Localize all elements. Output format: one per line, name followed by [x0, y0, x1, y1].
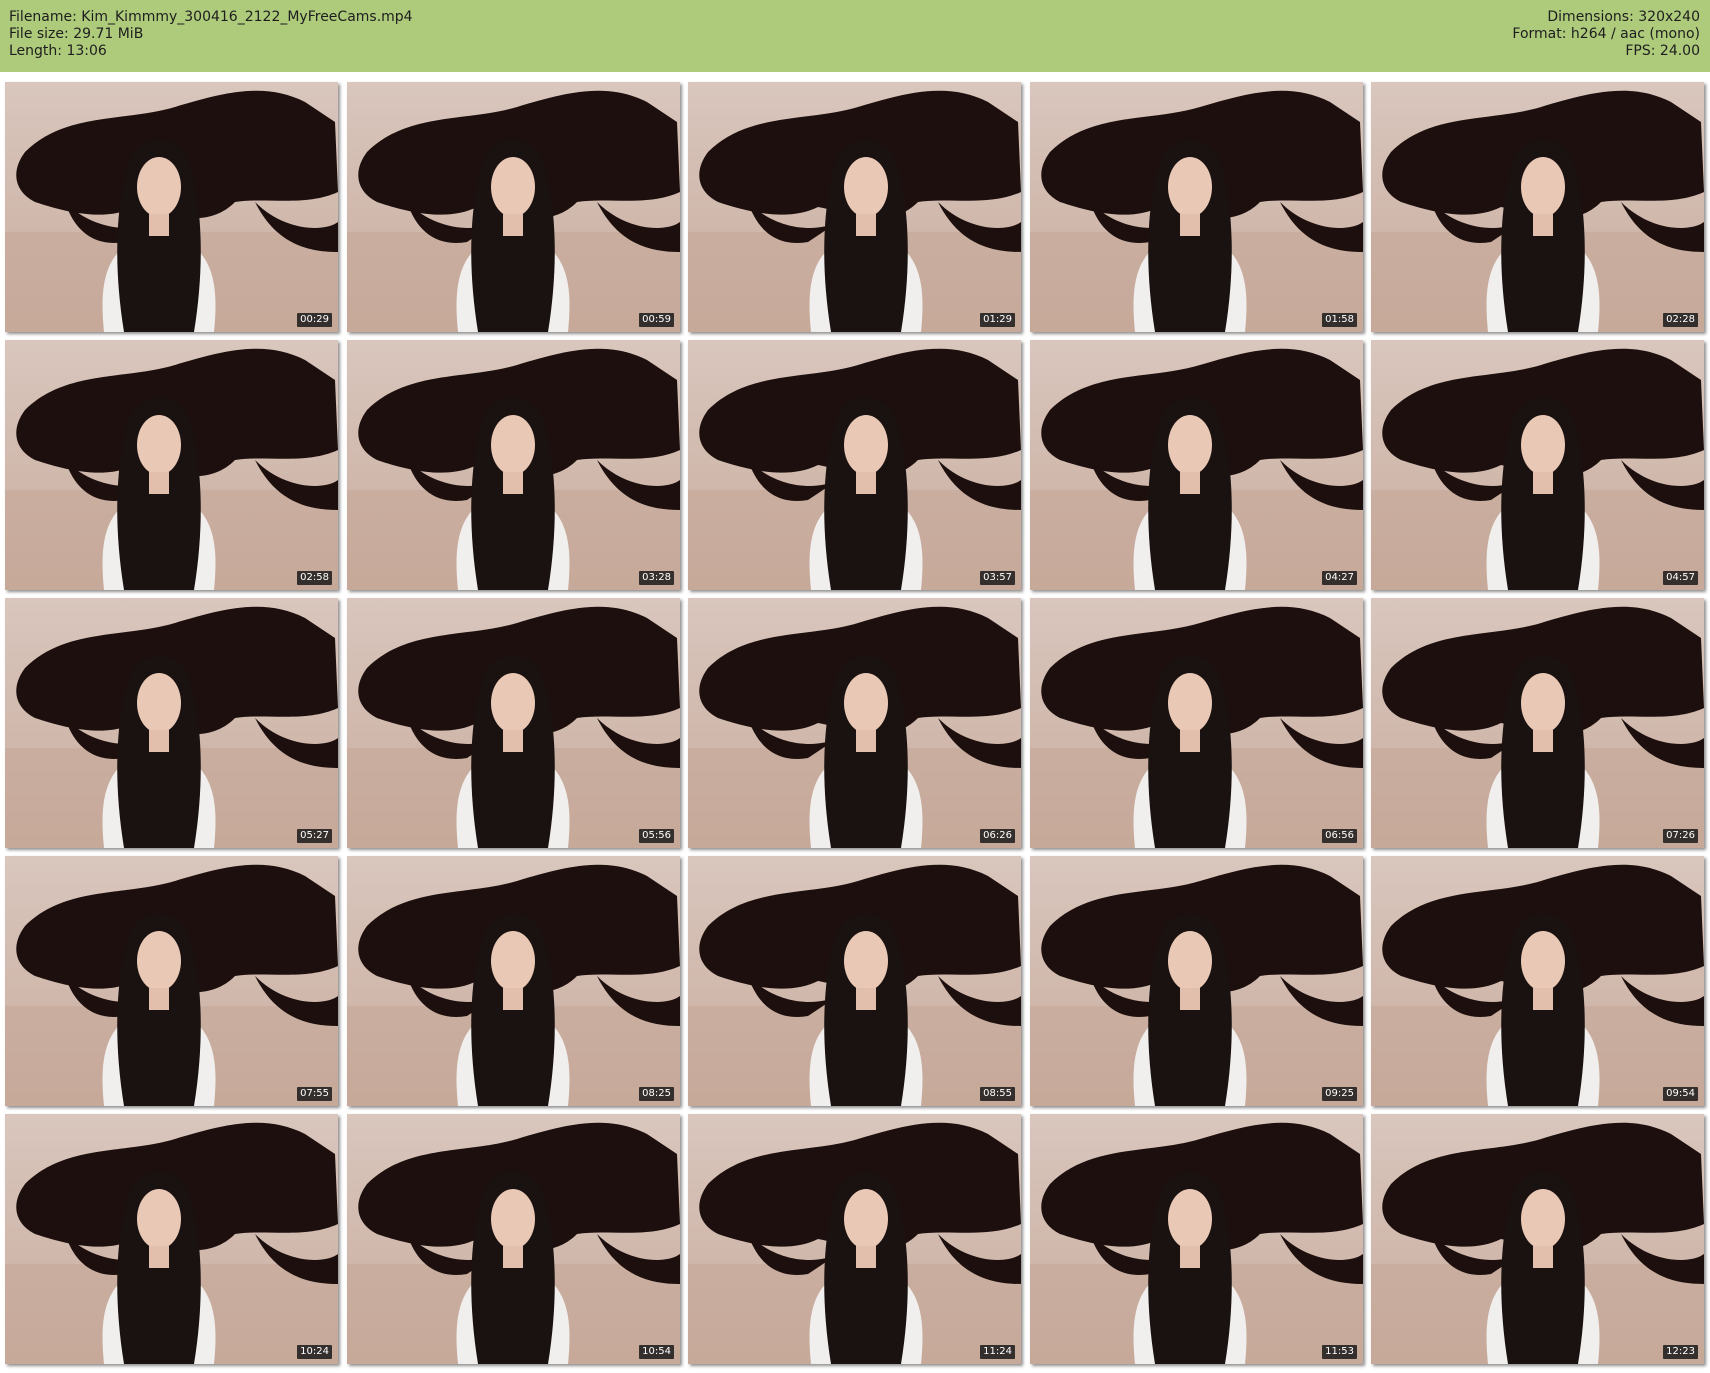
video-frame — [688, 1114, 1021, 1364]
video-frame — [5, 856, 338, 1106]
length-text: Length: 13:06 — [9, 43, 107, 59]
timestamp-label: 03:28 — [639, 571, 674, 585]
timestamp-label: 12:23 — [1663, 1345, 1698, 1359]
video-thumbnail: 03:28 — [347, 340, 680, 590]
video-thumbnail: 08:25 — [347, 856, 680, 1106]
video-frame — [1371, 1114, 1704, 1364]
video-frame — [688, 340, 1021, 590]
video-thumbnail: 05:27 — [5, 598, 338, 848]
timestamp-label: 03:57 — [980, 571, 1015, 585]
format-text: Format: h264 / aac (mono) — [1512, 26, 1700, 42]
video-frame — [1030, 82, 1363, 332]
video-frame — [1030, 340, 1363, 590]
video-thumbnail: 10:24 — [5, 1114, 338, 1364]
timestamp-label: 11:24 — [980, 1345, 1015, 1359]
video-frame — [1030, 598, 1363, 848]
video-frame — [5, 1114, 338, 1364]
video-thumbnail: 07:26 — [1371, 598, 1704, 848]
timestamp-label: 06:56 — [1322, 829, 1357, 843]
timestamp-label: 08:55 — [980, 1087, 1015, 1101]
timestamp-label: 05:56 — [639, 829, 674, 843]
timestamp-label: 04:57 — [1663, 571, 1698, 585]
timestamp-label: 01:29 — [980, 313, 1015, 327]
video-thumbnail: 00:29 — [5, 82, 338, 332]
video-thumbnail: 00:59 — [347, 82, 680, 332]
file-size-text: File size: 29.71 MiB — [9, 26, 144, 42]
video-thumbnail: 11:24 — [688, 1114, 1021, 1364]
timestamp-label: 04:27 — [1322, 571, 1357, 585]
timestamp-label: 07:55 — [297, 1087, 332, 1101]
video-thumbnail: 04:27 — [1030, 340, 1363, 590]
timestamp-label: 02:28 — [1663, 313, 1698, 327]
video-frame — [1371, 598, 1704, 848]
video-frame — [1030, 1114, 1363, 1364]
video-frame — [1030, 856, 1363, 1106]
video-frame — [688, 856, 1021, 1106]
timestamp-label: 07:26 — [1663, 829, 1698, 843]
video-frame — [5, 340, 338, 590]
info-header: Filename: Kim_Kimmmy_300416_2122_MyFreeC… — [0, 0, 1710, 72]
timestamp-label: 06:26 — [980, 829, 1015, 843]
video-frame — [5, 82, 338, 332]
video-frame — [688, 598, 1021, 848]
video-thumbnail: 02:58 — [5, 340, 338, 590]
timestamp-label: 08:25 — [639, 1087, 674, 1101]
video-thumbnail: 06:56 — [1030, 598, 1363, 848]
filename-text: Filename: Kim_Kimmmy_300416_2122_MyFreeC… — [9, 9, 413, 25]
video-thumbnail: 03:57 — [688, 340, 1021, 590]
timestamp-label: 10:54 — [639, 1345, 674, 1359]
timestamp-label: 09:25 — [1322, 1087, 1357, 1101]
timestamp-label: 11:53 — [1322, 1345, 1357, 1359]
video-frame — [347, 82, 680, 332]
video-frame — [1371, 856, 1704, 1106]
video-frame — [347, 598, 680, 848]
timestamp-label: 01:58 — [1322, 313, 1357, 327]
video-thumbnail: 09:54 — [1371, 856, 1704, 1106]
video-thumbnail: 09:25 — [1030, 856, 1363, 1106]
video-thumbnail: 12:23 — [1371, 1114, 1704, 1364]
timestamp-label: 00:29 — [297, 313, 332, 327]
video-thumbnail: 07:55 — [5, 856, 338, 1106]
thumbnail-grid: 00:29 00:59 01:29 01:58 02:28 02:58 03:28 03:57… — [5, 82, 1705, 1366]
video-frame — [347, 1114, 680, 1364]
video-frame — [1371, 340, 1704, 590]
video-thumbnail: 04:57 — [1371, 340, 1704, 590]
video-thumbnail: 08:55 — [688, 856, 1021, 1106]
video-frame — [347, 856, 680, 1106]
timestamp-label: 00:59 — [639, 313, 674, 327]
timestamp-label: 10:24 — [297, 1345, 332, 1359]
timestamp-label: 05:27 — [297, 829, 332, 843]
video-frame — [688, 82, 1021, 332]
video-thumbnail: 06:26 — [688, 598, 1021, 848]
info-right: Dimensions: 320x240 Format: h264 / aac (… — [1512, 9, 1700, 60]
video-thumbnail: 05:56 — [347, 598, 680, 848]
timestamp-label: 09:54 — [1663, 1087, 1698, 1101]
info-left: Filename: Kim_Kimmmy_300416_2122_MyFreeC… — [9, 9, 413, 60]
video-thumbnail: 11:53 — [1030, 1114, 1363, 1364]
video-frame — [347, 340, 680, 590]
video-thumbnail: 10:54 — [347, 1114, 680, 1364]
dimensions-text: Dimensions: 320x240 — [1547, 9, 1700, 25]
video-thumbnail: 01:58 — [1030, 82, 1363, 332]
video-thumbnail: 01:29 — [688, 82, 1021, 332]
video-frame — [5, 598, 338, 848]
video-thumbnail: 02:28 — [1371, 82, 1704, 332]
fps-text: FPS: 24.00 — [1625, 43, 1700, 59]
timestamp-label: 02:58 — [297, 571, 332, 585]
video-frame — [1371, 82, 1704, 332]
